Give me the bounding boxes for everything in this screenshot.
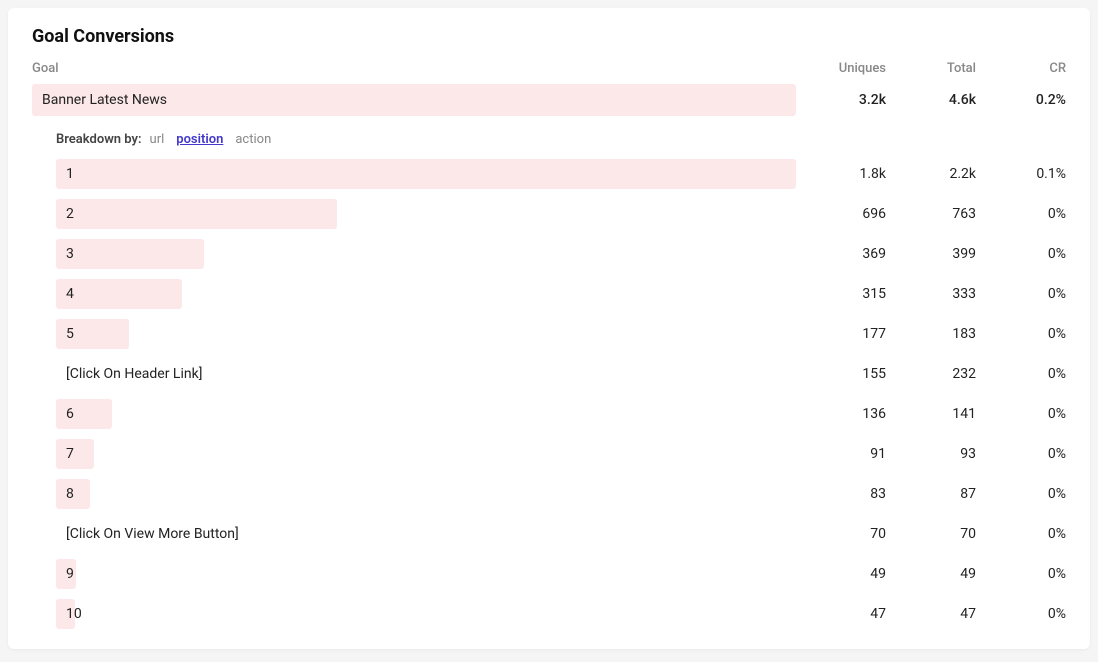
row-bar-wrap: [Click On View More Button] [56,519,796,549]
table-row[interactable]: 949490% [56,559,1066,589]
row-uniques: 91 [796,446,886,462]
col-header-uniques: Uniques [796,61,886,76]
row-bar-wrap: [Click On Header Link] [56,359,796,389]
row-uniques: 70 [796,526,886,542]
row-total: 2.2k [886,166,976,182]
row-uniques: 1.8k [796,166,886,182]
col-header-cr: CR [976,61,1066,76]
row-bar-wrap: 10 [56,599,796,629]
row-bar-wrap: 8 [56,479,796,509]
row-uniques: 47 [796,606,886,622]
row-uniques: 136 [796,406,886,422]
row-total: 49 [886,566,976,582]
row-bar [56,279,182,309]
breakdown-option-action[interactable]: action [235,132,271,147]
row-bar-wrap: 5 [56,319,796,349]
row-cr: 0% [976,606,1066,622]
card-title: Goal Conversions [32,26,1066,47]
row-bar [56,199,337,229]
row-total: 399 [886,246,976,262]
row-cr: 0.1% [976,166,1066,182]
row-cr: 0% [976,486,1066,502]
row-total: 141 [886,406,976,422]
table-row[interactable]: 6 1361410% [56,399,1066,429]
breakdown-prefix: Breakdown by: [56,132,142,147]
row-bar [56,159,796,189]
row-total: 87 [886,486,976,502]
row-label: 9 [56,566,74,582]
breakdown-selector: Breakdown by: url position action [32,120,1066,159]
table-row[interactable]: 7 91930% [56,439,1066,469]
row-total: 183 [886,326,976,342]
row-label: [Click On View More Button] [56,526,239,542]
row-uniques: 83 [796,486,886,502]
row-cr: 0% [976,406,1066,422]
goal-cr: 0.2% [976,92,1066,108]
row-uniques: 155 [796,366,886,382]
row-total: 93 [886,446,976,462]
goal-conversions-card: Goal Conversions Goal Uniques Total CR B… [8,8,1090,649]
table-row[interactable]: [Click On Header Link] 1552320% [56,359,1066,389]
goal-bar-wrap: Banner Latest News [32,84,796,116]
row-bar-wrap: 2 [56,199,796,229]
row-bar-wrap: 6 [56,399,796,429]
row-cr: 0% [976,326,1066,342]
table-row[interactable]: [Click On View More Button]70700% [56,519,1066,549]
table-row[interactable]: 3 3693990% [56,239,1066,269]
row-cr: 0% [976,446,1066,462]
row-label: 4 [56,286,74,302]
row-bar-wrap: 4 [56,279,796,309]
row-bar [56,239,204,269]
row-label: 5 [56,326,74,342]
row-label: 1 [56,166,74,182]
table-row[interactable]: 1 1.8k2.2k0.1% [56,159,1066,189]
col-header-total: Total [886,61,976,76]
breakdown-option-url[interactable]: url [150,132,165,147]
row-bar-wrap: 3 [56,239,796,269]
row-uniques: 315 [796,286,886,302]
col-header-goal: Goal [32,61,796,76]
row-cr: 0% [976,286,1066,302]
breakdown-options: url position action [150,132,284,147]
row-total: 70 [886,526,976,542]
table-row[interactable]: 4 3153330% [56,279,1066,309]
row-total: 47 [886,606,976,622]
row-cr: 0% [976,206,1066,222]
goal-row[interactable]: Banner Latest News 3.2k 4.6k 0.2% [32,84,1066,116]
row-label: 3 [56,246,74,262]
row-label: 7 [56,446,74,462]
row-total: 232 [886,366,976,382]
row-label: 2 [56,206,74,222]
row-cr: 0% [976,566,1066,582]
table-row[interactable]: 8 83870% [56,479,1066,509]
row-cr: 0% [976,246,1066,262]
table-header: Goal Uniques Total CR [32,61,1066,76]
row-total: 763 [886,206,976,222]
row-label: 10 [56,606,82,622]
table-row[interactable]: 2 6967630% [56,199,1066,229]
row-bar-wrap: 7 [56,439,796,469]
row-uniques: 49 [796,566,886,582]
row-uniques: 369 [796,246,886,262]
breakdown-rows: 11.8k2.2k0.1%26967630%33693990%43153330%… [32,159,1066,629]
row-bar-wrap: 1 [56,159,796,189]
table-row[interactable]: 5 1771830% [56,319,1066,349]
row-bar-wrap: 9 [56,559,796,589]
row-label: [Click On Header Link] [56,366,202,382]
row-uniques: 696 [796,206,886,222]
goal-uniques: 3.2k [796,92,886,108]
table-row[interactable]: 1047470% [56,599,1066,629]
row-label: 8 [56,486,74,502]
breakdown-option-position[interactable]: position [176,132,223,147]
goal-label: Banner Latest News [32,92,167,108]
row-label: 6 [56,406,74,422]
row-uniques: 177 [796,326,886,342]
row-total: 333 [886,286,976,302]
row-cr: 0% [976,366,1066,382]
goal-total: 4.6k [886,92,976,108]
row-cr: 0% [976,526,1066,542]
